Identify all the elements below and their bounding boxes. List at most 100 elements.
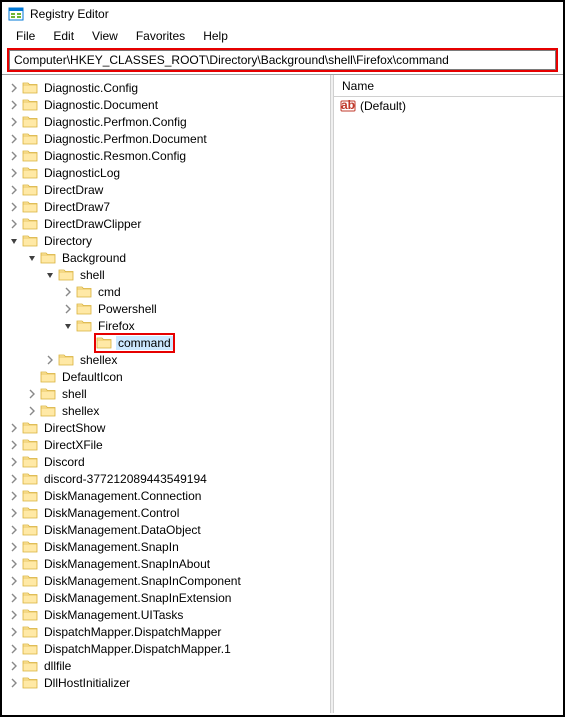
expand-icon[interactable] xyxy=(62,286,74,298)
expand-icon[interactable] xyxy=(8,660,20,672)
list-row-default[interactable]: ab (Default) xyxy=(334,97,563,115)
expand-icon[interactable] xyxy=(8,82,20,94)
tree-item-label: DirectDrawClipper xyxy=(42,217,143,231)
collapse-icon[interactable] xyxy=(44,269,56,281)
tree-item[interactable]: DiagnosticLog xyxy=(4,164,330,181)
tree-item[interactable]: DefaultIcon xyxy=(4,368,330,385)
folder-icon xyxy=(22,148,38,164)
expand-icon[interactable] xyxy=(8,507,20,519)
expand-spacer xyxy=(26,371,38,383)
tree-item[interactable]: DiskManagement.SnapInExtension xyxy=(4,589,330,606)
tree-item[interactable]: DiskManagement.SnapInAbout xyxy=(4,555,330,572)
tree-item[interactable]: shellex xyxy=(4,351,330,368)
folder-icon xyxy=(22,488,38,504)
address-input[interactable] xyxy=(14,53,551,67)
tree-item[interactable]: Diagnostic.Perfmon.Config xyxy=(4,113,330,130)
expand-icon[interactable] xyxy=(8,490,20,502)
expand-icon[interactable] xyxy=(8,456,20,468)
expand-icon[interactable] xyxy=(8,575,20,587)
expand-icon[interactable] xyxy=(8,201,20,213)
expand-icon[interactable] xyxy=(62,303,74,315)
expand-icon[interactable] xyxy=(8,167,20,179)
tree-item[interactable]: DirectDraw7 xyxy=(4,198,330,215)
expand-icon[interactable] xyxy=(8,541,20,553)
expand-icon[interactable] xyxy=(8,133,20,145)
tree-item[interactable]: DirectXFile xyxy=(4,436,330,453)
tree-item-label: Diagnostic.Config xyxy=(42,81,140,95)
tree-item[interactable]: DiskManagement.SnapInComponent xyxy=(4,572,330,589)
expand-icon[interactable] xyxy=(8,558,20,570)
tree-pane[interactable]: Diagnostic.ConfigDiagnostic.DocumentDiag… xyxy=(2,75,330,713)
tree-item-label: shell xyxy=(78,268,107,282)
expand-icon[interactable] xyxy=(8,218,20,230)
folder-icon xyxy=(76,301,92,317)
tree-item[interactable]: command xyxy=(4,334,330,351)
expand-icon[interactable] xyxy=(8,184,20,196)
tree-item[interactable]: DirectDrawClipper xyxy=(4,215,330,232)
tree-item[interactable]: Diagnostic.Document xyxy=(4,96,330,113)
expand-icon[interactable] xyxy=(26,405,38,417)
expand-icon[interactable] xyxy=(8,150,20,162)
expand-icon[interactable] xyxy=(8,643,20,655)
expand-icon[interactable] xyxy=(8,677,20,689)
menu-favorites[interactable]: Favorites xyxy=(128,27,193,45)
tree-item[interactable]: DispatchMapper.DispatchMapper xyxy=(4,623,330,640)
tree-item[interactable]: discord-377212089443549194 xyxy=(4,470,330,487)
expand-icon[interactable] xyxy=(8,422,20,434)
collapse-icon[interactable] xyxy=(8,235,20,247)
tree-item[interactable]: DiskManagement.SnapIn xyxy=(4,538,330,555)
tree-item[interactable]: Directory xyxy=(4,232,330,249)
folder-icon xyxy=(22,80,38,96)
tree-item[interactable]: DispatchMapper.DispatchMapper.1 xyxy=(4,640,330,657)
expand-icon[interactable] xyxy=(8,116,20,128)
tree-item-label: command xyxy=(116,336,173,350)
tree-item[interactable]: Diagnostic.Resmon.Config xyxy=(4,147,330,164)
expand-icon[interactable] xyxy=(26,388,38,400)
tree-item[interactable]: DllHostInitializer xyxy=(4,674,330,691)
menu-edit[interactable]: Edit xyxy=(45,27,82,45)
tree-item-label: shellex xyxy=(78,353,119,367)
tree-item-label: Powershell xyxy=(96,302,159,316)
expand-icon[interactable] xyxy=(8,592,20,604)
list-header[interactable]: Name xyxy=(334,75,563,97)
address-bar[interactable] xyxy=(9,50,556,70)
folder-icon xyxy=(22,182,38,198)
expand-icon[interactable] xyxy=(8,473,20,485)
tree-item[interactable]: shell xyxy=(4,266,330,283)
collapse-icon[interactable] xyxy=(62,320,74,332)
menu-view[interactable]: View xyxy=(84,27,126,45)
tree-item-label: DiskManagement.SnapIn xyxy=(42,540,181,554)
tree-item[interactable]: shellex xyxy=(4,402,330,419)
tree-item[interactable]: DiskManagement.Connection xyxy=(4,487,330,504)
expand-icon[interactable] xyxy=(44,354,56,366)
tree-item[interactable]: Discord xyxy=(4,453,330,470)
menu-help[interactable]: Help xyxy=(195,27,236,45)
folder-icon xyxy=(22,641,38,657)
tree-item[interactable]: Diagnostic.Config xyxy=(4,79,330,96)
tree-item[interactable]: cmd xyxy=(4,283,330,300)
tree-item[interactable]: Background xyxy=(4,249,330,266)
expand-icon[interactable] xyxy=(8,439,20,451)
expand-icon[interactable] xyxy=(8,609,20,621)
tree-item[interactable]: DiskManagement.Control xyxy=(4,504,330,521)
expand-icon[interactable] xyxy=(8,626,20,638)
window-title: Registry Editor xyxy=(30,7,109,21)
menu-file[interactable]: File xyxy=(8,27,43,45)
folder-icon xyxy=(96,335,112,351)
regedit-icon xyxy=(8,6,24,22)
tree-item[interactable]: DirectDraw xyxy=(4,181,330,198)
folder-icon xyxy=(40,250,56,266)
expand-icon[interactable] xyxy=(8,99,20,111)
tree-item[interactable]: DiskManagement.DataObject xyxy=(4,521,330,538)
expand-icon[interactable] xyxy=(8,524,20,536)
tree-item[interactable]: shell xyxy=(4,385,330,402)
tree-item[interactable]: Powershell xyxy=(4,300,330,317)
column-name[interactable]: Name xyxy=(342,79,374,93)
collapse-icon[interactable] xyxy=(26,252,38,264)
tree-item[interactable]: dllfile xyxy=(4,657,330,674)
tree-item[interactable]: Diagnostic.Perfmon.Document xyxy=(4,130,330,147)
tree-item[interactable]: DirectShow xyxy=(4,419,330,436)
tree-item[interactable]: DiskManagement.UITasks xyxy=(4,606,330,623)
tree-item[interactable]: Firefox xyxy=(4,317,330,334)
folder-icon xyxy=(22,165,38,181)
